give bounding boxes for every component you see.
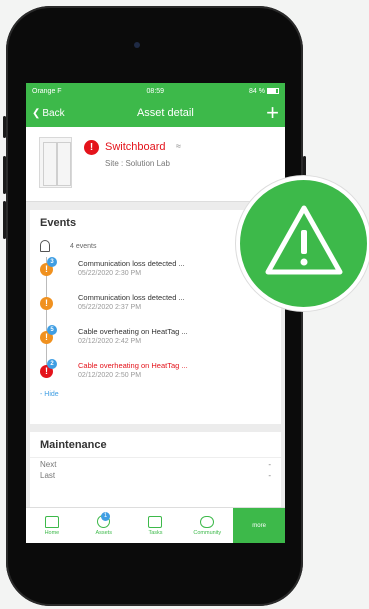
nav-bar: ❮ Back Asset detail + bbox=[26, 99, 285, 127]
back-label: Back bbox=[42, 107, 65, 119]
tasks-icon bbox=[148, 515, 163, 528]
add-button[interactable]: + bbox=[266, 102, 279, 124]
warning-badge bbox=[236, 176, 369, 311]
battery-indicator: 84 % bbox=[249, 88, 279, 95]
event-item[interactable]: ! 3 Communication loss detected ... 05/22/2… bbox=[40, 253, 271, 287]
event-title: Communication loss detected ... bbox=[78, 293, 185, 302]
events-list: 4 events ! 3 Communication loss detected .… bbox=[40, 239, 271, 389]
carrier-label: Orange F bbox=[32, 87, 62, 95]
warning-alert-icon: ! bbox=[40, 297, 53, 310]
divider bbox=[30, 457, 281, 458]
event-count-badge: 3 bbox=[47, 257, 57, 267]
stage: Orange F 08:59 84 % ❮ Back Asset detail … bbox=[0, 0, 369, 609]
maintenance-last-row: Last - bbox=[40, 471, 271, 480]
community-icon bbox=[200, 515, 215, 528]
switchboard-image bbox=[39, 137, 72, 188]
bell-icon bbox=[40, 240, 50, 252]
event-count-badge: 2 bbox=[47, 359, 57, 369]
battery-icon bbox=[266, 87, 279, 94]
warning-triangle-icon bbox=[265, 205, 343, 275]
event-date: 05/22/2020 2:37 PM bbox=[78, 304, 142, 311]
clock: 08:59 bbox=[146, 87, 165, 95]
tab-bar: Home 1 Assets Tasks Community more bbox=[26, 507, 285, 543]
page-title: Asset detail bbox=[136, 107, 194, 119]
status-bar: Orange F 08:59 84 % bbox=[26, 83, 285, 99]
asset-card[interactable]: ! Switchboard ≈ Site : Solution Lab bbox=[26, 127, 285, 202]
back-button[interactable]: ❮ Back bbox=[32, 108, 65, 119]
camera-dot bbox=[134, 42, 140, 48]
tab-tasks[interactable]: Tasks bbox=[130, 508, 182, 543]
chevron-left-icon: ❮ bbox=[32, 107, 41, 119]
tab-assets[interactable]: 1 Assets bbox=[78, 508, 130, 543]
asset-site: Site : Solution Lab bbox=[105, 159, 170, 168]
tab-more[interactable]: more bbox=[233, 508, 285, 543]
events-count: 4 events bbox=[70, 242, 97, 250]
hide-events-link[interactable]: - Hide bbox=[40, 391, 271, 398]
maintenance-title: Maintenance bbox=[40, 439, 107, 451]
maintenance-next-value: - bbox=[268, 460, 271, 469]
events-title: Events bbox=[40, 217, 77, 229]
event-count-badge: 5 bbox=[47, 325, 57, 335]
maintenance-last-value: - bbox=[268, 471, 271, 480]
tab-community[interactable]: Community bbox=[181, 508, 233, 543]
event-title: Cable overheating on HeatTag ... bbox=[78, 361, 188, 370]
connection-icon: ≈ bbox=[176, 141, 181, 151]
home-icon bbox=[44, 515, 59, 528]
tab-home[interactable]: Home bbox=[26, 508, 78, 543]
app-screen: Orange F 08:59 84 % ❮ Back Asset detail … bbox=[26, 83, 285, 543]
maintenance-next-row: Next - bbox=[40, 460, 271, 469]
event-item[interactable]: ! 5 Cable overheating on HeatTag ... 02/12/… bbox=[40, 321, 271, 355]
event-date: 02/12/2020 2:42 PM bbox=[78, 338, 142, 345]
event-title: Cable overheating on HeatTag ... bbox=[78, 327, 188, 336]
event-item[interactable]: ! 2 Cable overheating on HeatTag ... 02/12/… bbox=[40, 355, 271, 389]
phone-frame: Orange F 08:59 84 % ❮ Back Asset detail … bbox=[3, 6, 306, 606]
alert-icon: ! bbox=[84, 140, 99, 155]
event-date: 02/12/2020 2:50 PM bbox=[78, 372, 142, 379]
event-item[interactable]: ! Communication loss detected ... 05/22/20… bbox=[40, 287, 271, 321]
asset-name: Switchboard bbox=[105, 141, 166, 153]
